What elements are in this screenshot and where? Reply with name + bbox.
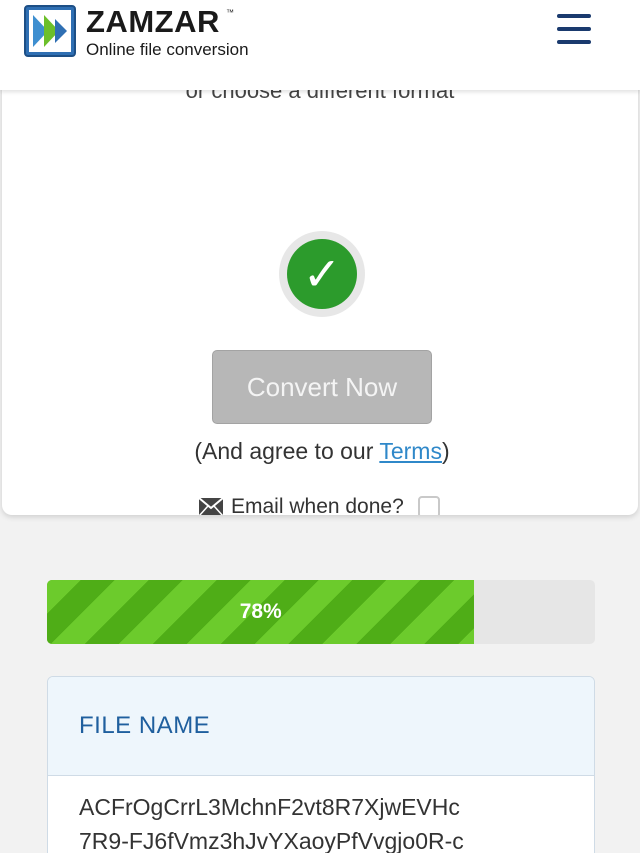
agree-suffix: )	[441, 438, 450, 464]
convert-now-button[interactable]: Convert Now	[212, 350, 432, 424]
terms-agreement-text: (And agree to our Terms)	[2, 438, 638, 465]
envelope-icon	[199, 498, 223, 515]
file-name-column-header: FILE NAME	[48, 677, 594, 776]
email-when-done-checkbox[interactable]	[417, 496, 440, 515]
trademark-mark: ™	[226, 8, 234, 17]
hamburger-menu-icon[interactable]	[555, 14, 593, 44]
file-name-line: ACFrOgCrrL3MchnF2vt8R7XjwEVHc	[79, 794, 460, 820]
zamzar-arrows-logo-icon[interactable]	[24, 5, 76, 57]
email-when-done-label: Email when done?	[231, 495, 404, 515]
conversion-card: or choose a different format ✓ Convert N…	[2, 60, 638, 515]
agree-prefix: (And agree to our	[194, 438, 380, 464]
success-status: ✓	[279, 231, 365, 317]
checkmark-icon: ✓	[287, 239, 357, 309]
conversion-progress-bar: 78%	[47, 580, 595, 644]
file-name-cell: ACFrOgCrrL3MchnF2vt8R7XjwEVHc 7R9-FJ6fVm…	[48, 776, 594, 853]
file-name-line: 7R9-FJ6fVmz3hJvYXaoyPfVvgjo0R-c	[79, 828, 464, 853]
progress-percent-label: 78%	[239, 600, 282, 623]
brand-name[interactable]: ZAMZAR	[86, 4, 220, 40]
terms-link[interactable]: Terms	[379, 438, 442, 464]
file-table: FILE NAME ACFrOgCrrL3MchnF2vt8R7XjwEVHc …	[47, 676, 595, 853]
site-header: ZAMZAR ™ Online file conversion	[0, 0, 640, 90]
brand-tagline: Online file conversion	[86, 40, 249, 59]
email-when-done-row: Email when done?	[199, 492, 440, 515]
